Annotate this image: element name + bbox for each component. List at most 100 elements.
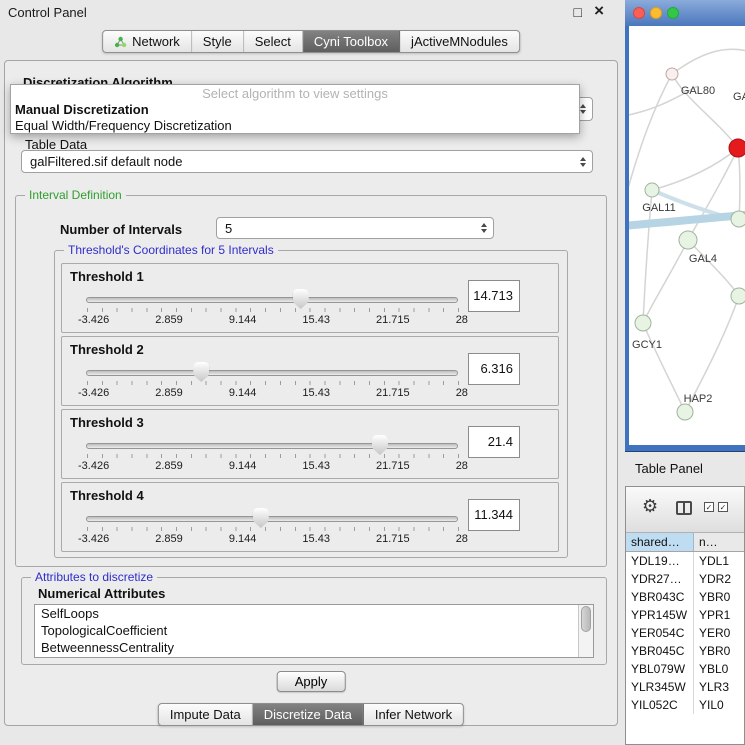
threshold-1-slider-track[interactable] (86, 297, 458, 303)
cell-shared-name[interactable]: YER054C (626, 624, 694, 642)
table-row[interactable]: YER054CYER0 (626, 624, 744, 642)
tab-select[interactable]: Select (244, 31, 303, 52)
network-canvas[interactable]: GAL80 GA GAL11 GAL4 GCY1 HAP2 (629, 26, 745, 445)
cell-name[interactable]: YPR1 (694, 606, 744, 624)
scale-label: -3.426 (78, 460, 109, 472)
network-node[interactable] (731, 288, 745, 304)
scale-label: -3.426 (78, 314, 109, 326)
numerical-attributes-list[interactable]: SelfLoops TopologicalCoefficient Between… (34, 604, 594, 658)
network-node[interactable] (645, 183, 659, 197)
interval-definition-group: Interval Definition Number of Intervals … (15, 195, 607, 567)
screen: Control Panel □ × Network Style Select C… (0, 0, 745, 745)
table-row[interactable]: YDL19…YDL1 (626, 552, 744, 570)
table-data-combobox[interactable]: galFiltered.sif default node (21, 150, 593, 173)
list-scrollbar[interactable] (578, 605, 593, 657)
threshold-1-slider-thumb[interactable] (293, 289, 309, 309)
network-node[interactable] (731, 211, 745, 227)
cell-name[interactable]: YER0 (694, 624, 744, 642)
cell-shared-name[interactable]: YBR045C (626, 642, 694, 660)
cell-name[interactable]: YLR3 (694, 678, 744, 696)
threshold-3-slider-thumb[interactable] (372, 435, 388, 455)
cell-shared-name[interactable]: YLR345W (626, 678, 694, 696)
cell-name[interactable]: YIL0 (694, 696, 744, 714)
tab-cyni-toolbox[interactable]: Cyni Toolbox (303, 31, 400, 52)
dropdown-option-manual-discretization[interactable]: Manual Discretization (11, 102, 579, 118)
cell-shared-name[interactable]: YPR145W (626, 606, 694, 624)
scale-label: 15.43 (302, 460, 330, 472)
threshold-1-label: Threshold 1 (70, 269, 144, 284)
scale-label: 28 (456, 460, 468, 472)
cell-name[interactable]: YBR0 (694, 588, 744, 606)
tab-network[interactable]: Network (103, 31, 192, 52)
threshold-2-value-field[interactable]: 6.316 (468, 353, 520, 385)
cell-shared-name[interactable]: YBL079W (626, 660, 694, 678)
cell-name[interactable]: YDL1 (694, 552, 744, 570)
tab-style[interactable]: Style (192, 31, 244, 52)
dropdown-option-equal-width-frequency[interactable]: Equal Width/Frequency Discretization (11, 118, 579, 134)
number-of-intervals-value: 5 (225, 221, 232, 236)
threshold-2-slider-thumb[interactable] (193, 362, 209, 382)
table-row[interactable]: YIL052CYIL0 (626, 696, 744, 714)
checkbox-icon[interactable]: ✓ (718, 502, 728, 512)
cell-name[interactable]: YBR0 (694, 642, 744, 660)
scale-label: 2.859 (155, 460, 183, 472)
scrollbar-thumb[interactable] (581, 606, 591, 632)
node-label-partial: GA (733, 91, 745, 103)
close-window-icon[interactable]: × (594, 1, 604, 21)
threshold-1-value-field[interactable]: 14.713 (468, 280, 520, 312)
threshold-2-slider-track[interactable] (86, 370, 458, 376)
scale-label: 9.144 (229, 460, 257, 472)
cell-shared-name[interactable]: YBR043C (626, 588, 694, 606)
network-edge-thick[interactable] (629, 214, 745, 226)
table-row[interactable]: YBL079WYBL0 (626, 660, 744, 678)
tab-impute-data[interactable]: Impute Data (159, 704, 253, 725)
table-header-row: shared… n… (626, 533, 744, 552)
tab-cyni-toolbox-label: Cyni Toolbox (314, 34, 388, 49)
cell-shared-name[interactable]: YIL052C (626, 696, 694, 714)
network-node-selected[interactable] (729, 139, 745, 157)
tab-discretize-data[interactable]: Discretize Data (253, 704, 364, 725)
threshold-3-slider-track[interactable] (86, 443, 458, 449)
table-data-value: galFiltered.sif default node (30, 154, 182, 169)
gear-icon[interactable]: ⚙ (642, 496, 658, 517)
column-header-shared-name[interactable]: shared… (626, 533, 694, 551)
mac-zoom-button[interactable] (667, 7, 679, 19)
threshold-3-label: Threshold 3 (70, 415, 144, 430)
table-row[interactable]: YPR145WYPR1 (626, 606, 744, 624)
number-of-intervals-combobox[interactable]: 5 (216, 217, 494, 239)
list-item-selfloops[interactable]: SelfLoops (35, 605, 593, 622)
columns-icon[interactable] (676, 501, 692, 515)
mac-minimize-button[interactable] (650, 7, 662, 19)
table-row[interactable]: YBR045CYBR0 (626, 642, 744, 660)
cell-name[interactable]: YBL0 (694, 660, 744, 678)
table-row[interactable]: YBR043CYBR0 (626, 588, 744, 606)
cell-shared-name[interactable]: YDR27… (626, 570, 694, 588)
checkbox-icon[interactable]: ✓ (704, 502, 714, 512)
tab-infer-network[interactable]: Infer Network (364, 704, 463, 725)
apply-button[interactable]: Apply (277, 671, 346, 692)
table-row[interactable]: YDR27…YDR2 (626, 570, 744, 588)
network-node[interactable] (635, 315, 651, 331)
list-item-topologicalcoefficient[interactable]: TopologicalCoefficient (35, 622, 593, 639)
mac-close-button[interactable] (633, 7, 645, 19)
scale-label: 2.859 (155, 387, 183, 399)
table-row[interactable]: YLR345WYLR3 (626, 678, 744, 696)
network-node[interactable] (666, 68, 678, 80)
network-node[interactable] (677, 404, 693, 420)
cell-name[interactable]: YDR2 (694, 570, 744, 588)
float-window-icon[interactable]: □ (574, 4, 582, 20)
slider-scale-labels: -3.426 2.859 9.144 15.43 21.715 28 (78, 387, 468, 399)
threshold-4-value-field[interactable]: 11.344 (468, 499, 520, 531)
threshold-4-slider-track[interactable] (86, 516, 458, 522)
list-item-betweennesscentrality[interactable]: BetweennessCentrality (35, 639, 593, 656)
combo-stepper-icon (580, 104, 586, 114)
number-of-intervals-label: Number of Intervals (60, 222, 182, 237)
threshold-3-value-field[interactable]: 21.4 (468, 426, 520, 458)
node-label-gal80: GAL80 (681, 85, 715, 97)
cell-shared-name[interactable]: YDL19… (626, 552, 694, 570)
threshold-3-panel: Threshold 3 -3.426 2.859 9.144 15.43 21.… (61, 409, 559, 479)
tab-jactivemnodules[interactable]: jActiveMNodules (400, 31, 519, 52)
threshold-4-slider-thumb[interactable] (253, 508, 269, 528)
network-node[interactable] (679, 231, 697, 249)
column-header-name[interactable]: n… (694, 533, 744, 551)
